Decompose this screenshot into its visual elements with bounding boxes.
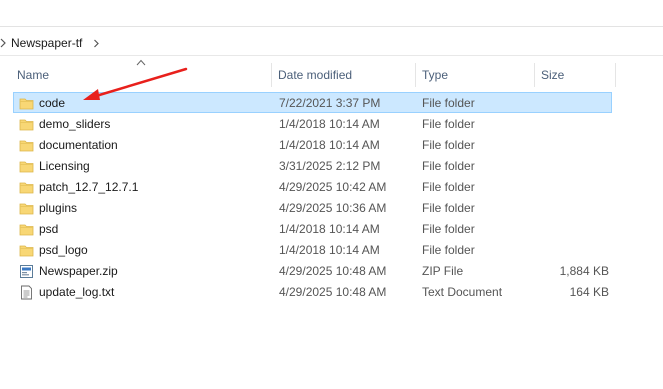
folder-row[interactable]: code 7/22/2021 3:37 PM File folder — [13, 92, 612, 113]
folder-row[interactable]: demo_sliders 1/4/2018 10:14 AM File folder — [13, 113, 612, 134]
address-bar[interactable]: Newspaper-tf — [0, 30, 663, 56]
file-date-modified: 4/29/2025 10:48 AM — [279, 264, 387, 278]
folder-row[interactable]: plugins 4/29/2025 10:36 AM File folder — [13, 197, 612, 218]
file-type: File folder — [422, 159, 475, 173]
file-type: File folder — [422, 138, 475, 152]
file-size: 1,884 KB — [559, 264, 609, 278]
folder-icon — [19, 159, 34, 174]
file-type: File folder — [422, 243, 475, 257]
folder-icon — [19, 180, 34, 195]
file-name: demo_sliders — [39, 117, 111, 131]
column-header-size[interactable]: Size — [535, 63, 615, 87]
file-size — [538, 198, 609, 219]
column-header-type[interactable]: Type — [416, 63, 534, 87]
file-date-modified: 1/4/2018 10:14 AM — [279, 117, 380, 131]
folder-row[interactable]: psd 1/4/2018 10:14 AM File folder — [13, 218, 612, 239]
file-size — [538, 135, 609, 156]
folder-row[interactable]: patch_12.7_12.7.1 4/29/2025 10:42 AM File … — [13, 176, 612, 197]
column-divider[interactable] — [615, 63, 616, 87]
file-date-modified: 1/4/2018 10:14 AM — [279, 222, 380, 236]
file-name: update_log.txt — [39, 285, 115, 299]
file-date-modified: 1/4/2018 10:14 AM — [279, 138, 380, 152]
file-type: Text Document — [422, 285, 503, 299]
file-size — [538, 93, 609, 114]
file-date-modified: 4/29/2025 10:48 AM — [279, 285, 387, 299]
file-date-modified: 1/4/2018 10:14 AM — [279, 243, 380, 257]
file-name: plugins — [39, 201, 78, 215]
file-size — [538, 156, 609, 177]
file-name: documentation — [39, 138, 118, 152]
folder-icon — [19, 222, 34, 237]
chevron-right-icon[interactable] — [0, 38, 6, 48]
file-name: Newspaper.zip — [39, 264, 118, 278]
file-type: ZIP File — [422, 264, 464, 278]
toolbar-strip — [0, 0, 663, 27]
folder-row[interactable]: psd_logo 1/4/2018 10:14 AM File folder — [13, 239, 612, 260]
folder-icon — [19, 243, 34, 258]
file-name: code — [39, 96, 66, 110]
breadcrumb-chevron-icon[interactable] — [93, 39, 100, 48]
folder-icon — [19, 96, 34, 111]
file-date-modified: 7/22/2021 3:37 PM — [279, 96, 381, 110]
column-header-name[interactable]: Name — [11, 63, 271, 87]
file-name: psd_logo — [39, 243, 88, 257]
folder-icon — [19, 138, 34, 153]
text-file-icon — [19, 285, 34, 300]
file-type: File folder — [422, 201, 475, 215]
column-header-date-modified[interactable]: Date modified — [272, 63, 415, 87]
file-row[interactable]: update_log.txt 4/29/2025 10:48 AM Text Doc… — [13, 281, 612, 302]
file-name: Licensing — [39, 159, 90, 173]
file-row[interactable]: Newspaper.zip 4/29/2025 10:48 AM ZIP File 1… — [13, 260, 612, 281]
zip-file-icon — [19, 264, 34, 279]
folder-icon — [19, 117, 34, 132]
file-type: File folder — [422, 117, 475, 131]
file-size — [538, 219, 609, 240]
file-size — [538, 240, 609, 261]
file-date-modified: 3/31/2025 2:12 PM — [279, 159, 381, 173]
file-explorer-window: Newspaper-tf Name Date modified Type Siz… — [0, 0, 663, 389]
file-date-modified: 4/29/2025 10:42 AM — [279, 180, 387, 194]
file-size — [538, 114, 609, 135]
file-size: 164 KB — [569, 285, 609, 299]
file-type: File folder — [422, 180, 475, 194]
folder-row[interactable]: Licensing 3/31/2025 2:12 PM File folder — [13, 155, 612, 176]
breadcrumb-current-folder[interactable]: Newspaper-tf — [11, 36, 82, 50]
file-name: psd — [39, 222, 59, 236]
file-date-modified: 4/29/2025 10:36 AM — [279, 201, 387, 215]
file-type: File folder — [422, 96, 475, 110]
folder-row[interactable]: documentation 1/4/2018 10:14 AM File folde… — [13, 134, 612, 155]
file-size — [538, 177, 609, 198]
file-name: patch_12.7_12.7.1 — [39, 180, 139, 194]
folder-icon — [19, 201, 34, 216]
file-type: File folder — [422, 222, 475, 236]
